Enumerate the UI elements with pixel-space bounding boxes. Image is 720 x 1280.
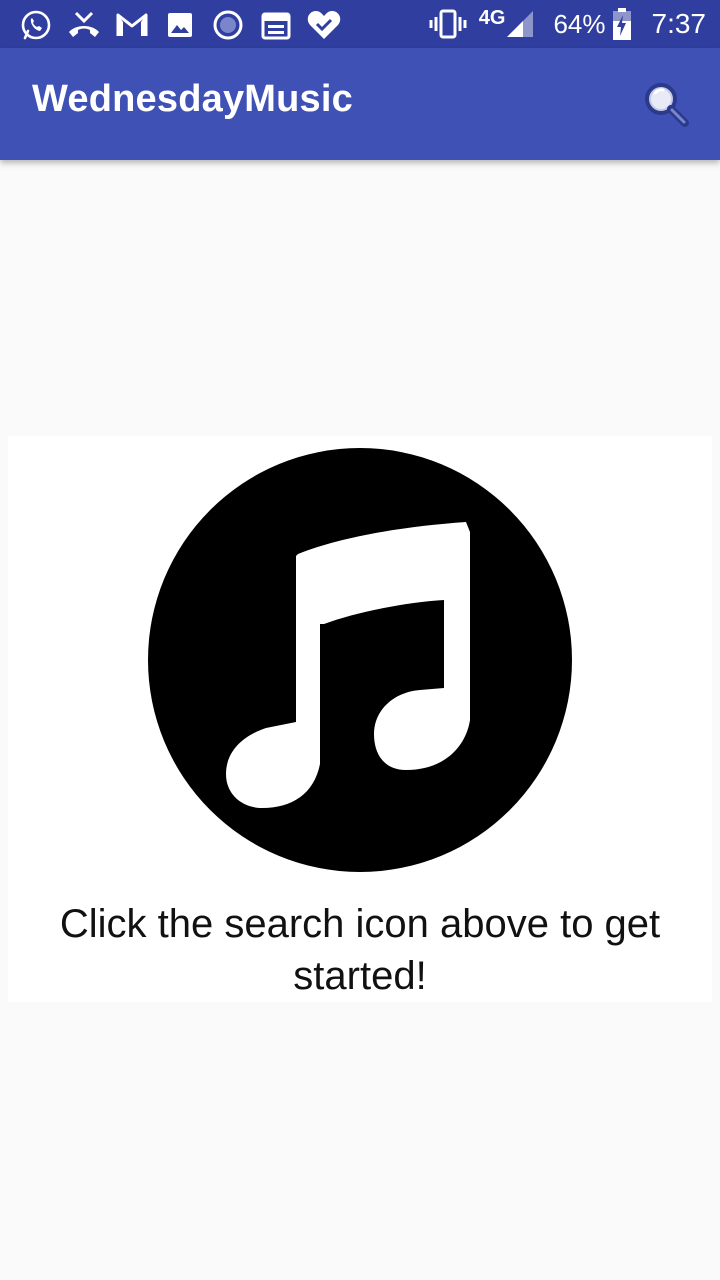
missed-call-icon: [66, 9, 102, 41]
vibrate-icon: [429, 9, 467, 39]
status-bar: 4G 64% 7:37: [0, 0, 720, 48]
signal-icon: [505, 9, 535, 39]
battery-charging-icon: [612, 8, 632, 40]
empty-state-card: Click the search icon above to get start…: [8, 436, 712, 1002]
record-icon: [210, 9, 246, 41]
heart-check-icon: [306, 9, 342, 41]
app-bar: WednesdayMusic: [0, 48, 720, 160]
gmail-icon: [114, 9, 150, 41]
whatsapp-icon: [18, 9, 54, 41]
gallery-icon: [162, 9, 198, 41]
battery-percentage: 64%: [553, 8, 606, 39]
system-icons: 4G 64% 7:37: [429, 4, 706, 44]
empty-state-message: Click the search icon above to get start…: [59, 902, 661, 998]
network-type: 4G: [478, 6, 506, 29]
search-icon: [645, 83, 689, 127]
clock: 7:37: [651, 8, 707, 39]
app-title: WednesdayMusic: [32, 78, 353, 120]
search-button[interactable]: [638, 76, 694, 132]
music-note-icon: [148, 448, 572, 872]
calendar-icon: [258, 9, 294, 41]
notification-icons: [18, 8, 354, 42]
